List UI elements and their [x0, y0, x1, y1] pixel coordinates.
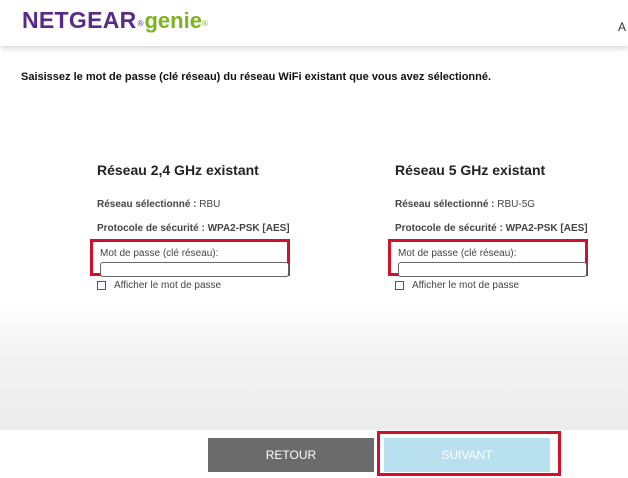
- security-protocol-line: Protocole de sécurité : WPA2-PSK [AES]: [97, 222, 317, 236]
- network-24ghz-panel: Réseau 2,4 GHz existant Réseau sélection…: [90, 160, 317, 291]
- netgear-genie-logo: NETGEAR®genie®: [22, 6, 208, 35]
- instruction-text: Saisissez le mot de passe (clé réseau) d…: [21, 71, 492, 83]
- next-button[interactable]: SUIVANT: [384, 438, 550, 472]
- password-label: Mot de passe (clé réseau):: [398, 248, 517, 259]
- selected-network-label: Réseau sélectionné :: [97, 199, 197, 210]
- selected-network-label: Réseau sélectionné :: [395, 199, 495, 210]
- password-highlight-box: Mot de passe (clé réseau):: [388, 239, 588, 277]
- logo-registered-mark: ®: [137, 19, 144, 28]
- show-password-checkbox[interactable]: [97, 281, 106, 290]
- show-password-row[interactable]: Afficher le mot de passe: [97, 280, 317, 291]
- header-truncated-text: A: [617, 20, 626, 34]
- selected-network-line: Réseau sélectionné : RBU: [97, 198, 317, 212]
- logo-trademark: ®: [201, 19, 208, 28]
- password-highlight-box: Mot de passe (clé réseau):: [90, 239, 290, 277]
- security-protocol-value: WPA2-PSK [AES]: [505, 223, 588, 234]
- logo-brand-text: NETGEAR: [22, 7, 137, 33]
- security-protocol-label: Protocole de sécurité :: [395, 223, 503, 234]
- password-label: Mot de passe (clé réseau):: [100, 248, 219, 259]
- selected-network-value: RBU: [199, 199, 221, 210]
- password-input-5ghz[interactable]: [398, 262, 587, 277]
- show-password-row[interactable]: Afficher le mot de passe: [395, 280, 615, 291]
- network-title: Réseau 5 GHz existant: [395, 162, 546, 178]
- app-header: NETGEAR®genie® A: [0, 0, 628, 46]
- show-password-label[interactable]: Afficher le mot de passe: [114, 280, 221, 291]
- show-password-label[interactable]: Afficher le mot de passe: [412, 280, 519, 291]
- logo-genie-text: genie: [144, 8, 202, 33]
- security-protocol-value: WPA2-PSK [AES]: [207, 223, 290, 234]
- selected-network-line: Réseau sélectionné : RBU-5G: [395, 198, 615, 212]
- security-protocol-line: Protocole de sécurité : WPA2-PSK [AES]: [395, 222, 615, 236]
- network-title: Réseau 2,4 GHz existant: [97, 162, 259, 178]
- password-input-24ghz[interactable]: [100, 262, 289, 277]
- show-password-checkbox[interactable]: [395, 281, 404, 290]
- network-5ghz-panel: Réseau 5 GHz existant Réseau sélectionné…: [388, 160, 615, 291]
- selected-network-value: RBU-5G: [497, 199, 536, 210]
- back-button[interactable]: RETOUR: [208, 438, 374, 472]
- security-protocol-label: Protocole de sécurité :: [97, 223, 205, 234]
- background-gradient: [0, 300, 628, 430]
